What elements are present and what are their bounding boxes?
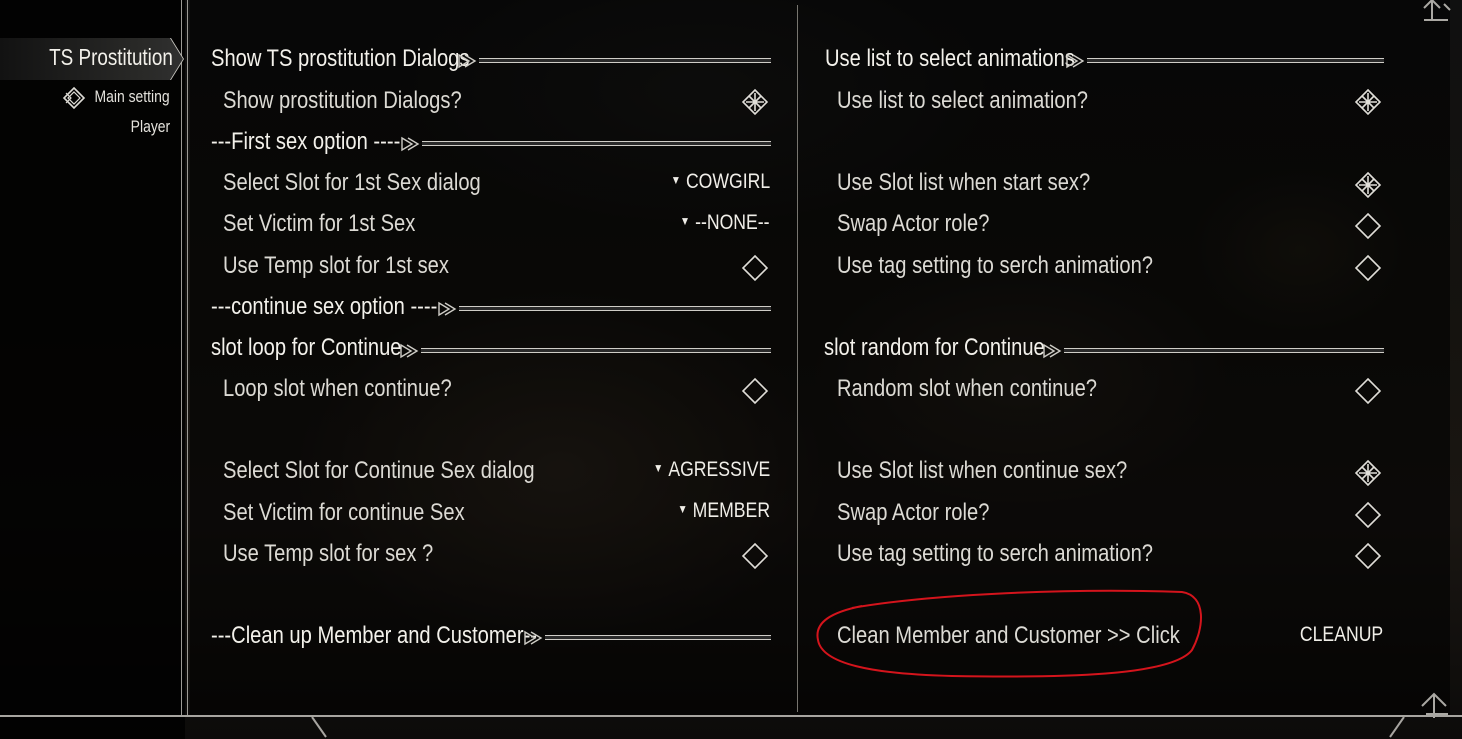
start-slot-list-label: Use Slot list when start sex? <box>837 169 1091 196</box>
continue-slot-label: Select Slot for Continue Sex dialog <box>223 457 535 484</box>
continue-victim-label: Set Victim for continue Sex <box>223 499 465 526</box>
section-header-show-dialogs: Show TS prostitution Dialogs <box>211 45 470 72</box>
section-separator <box>1042 343 1384 359</box>
frame-line <box>187 0 188 716</box>
continue-swap-label: Swap Actor role? <box>837 499 990 526</box>
first-slot-dropdown[interactable]: ▼ COWGIRL <box>671 170 770 194</box>
section-separator <box>399 343 771 359</box>
unchecked-toggle-icon[interactable] <box>1354 377 1382 405</box>
sidebar-title[interactable]: TS Prostitution <box>49 44 173 71</box>
continue-tag-label: Use tag setting to serch animation? <box>837 540 1154 567</box>
continue-slot-list-label: Use Slot list when continue sex? <box>837 457 1128 484</box>
section-separator <box>523 630 771 646</box>
continue-slot-dropdown[interactable]: ▼ AGRESSIVE <box>653 458 770 482</box>
checked-toggle-icon[interactable] <box>1354 171 1382 199</box>
start-swap-label: Swap Actor role? <box>837 210 990 237</box>
continue-temp-label: Use Temp slot for sex ? <box>223 540 434 567</box>
start-tag-label: Use tag setting to serch animation? <box>837 252 1154 279</box>
unchecked-toggle-icon[interactable] <box>1354 212 1382 240</box>
continue-victim-dropdown[interactable]: ▼ MEMBER <box>678 499 770 523</box>
first-temp-label: Use Temp slot for 1st sex <box>223 252 449 279</box>
mod-icon <box>62 86 86 110</box>
corner-ornament-icon <box>1423 0 1451 21</box>
bottom-frame <box>0 715 1462 739</box>
section-separator <box>1065 53 1384 69</box>
sidebar-backdrop <box>0 0 185 739</box>
unchecked-toggle-icon[interactable] <box>741 254 769 282</box>
checked-toggle-icon[interactable] <box>1354 88 1382 116</box>
continue-victim-value: MEMBER <box>692 499 770 522</box>
section-header-continue-sex: ---continue sex option ---- <box>211 293 438 320</box>
corner-ornament-icon <box>1421 692 1448 718</box>
cleanup-button[interactable]: CLEANUP <box>1300 623 1383 647</box>
section-header-first-sex: ---First sex option ---- <box>211 128 401 155</box>
first-victim-dropdown[interactable]: ▼ --NONE-- <box>681 211 770 235</box>
use-list-label: Use list to select animation? <box>837 87 1089 114</box>
unchecked-toggle-icon[interactable] <box>741 377 769 405</box>
unchecked-toggle-icon[interactable] <box>1354 254 1382 282</box>
sidebar-item-player[interactable]: Player <box>130 117 170 137</box>
first-victim-value: --NONE-- <box>695 211 770 234</box>
loop-slot-label: Loop slot when continue? <box>223 375 452 402</box>
section-header-slot-loop: slot loop for Continue <box>211 334 402 361</box>
checked-toggle-icon[interactable] <box>741 88 769 116</box>
dropdown-arrow-icon: ▼ <box>677 502 688 517</box>
checked-toggle-icon[interactable] <box>1354 459 1382 487</box>
section-header-slot-random: slot random for Continue <box>824 334 1045 361</box>
dropdown-arrow-icon: ▼ <box>653 461 663 476</box>
section-header-list-select: Use list to select animations <box>825 45 1075 72</box>
random-slot-label: Random slot when continue? <box>837 375 1098 402</box>
first-victim-label: Set Victim for 1st Sex <box>223 210 416 237</box>
dropdown-arrow-icon: ▼ <box>670 173 681 188</box>
column-divider <box>797 5 798 712</box>
unchecked-toggle-icon[interactable] <box>741 542 769 570</box>
frame-line <box>181 0 182 716</box>
continue-slot-value: AGRESSIVE <box>668 458 770 481</box>
section-separator <box>457 53 771 69</box>
show-dialogs-label: Show prostitution Dialogs? <box>223 87 462 114</box>
first-slot-label: Select Slot for 1st Sex dialog <box>223 169 481 196</box>
section-separator <box>400 136 771 152</box>
first-slot-value: COWGIRL <box>685 170 770 193</box>
unchecked-toggle-icon[interactable] <box>1354 501 1382 529</box>
unchecked-toggle-icon[interactable] <box>1354 542 1382 570</box>
sidebar-item-main-setting[interactable]: Main setting <box>95 87 170 107</box>
annotation-circle <box>816 589 1202 678</box>
dropdown-arrow-icon: ▼ <box>680 214 691 229</box>
section-separator <box>437 301 771 317</box>
section-header-cleanup: ---Clean up Member and Customer-- <box>211 622 538 649</box>
